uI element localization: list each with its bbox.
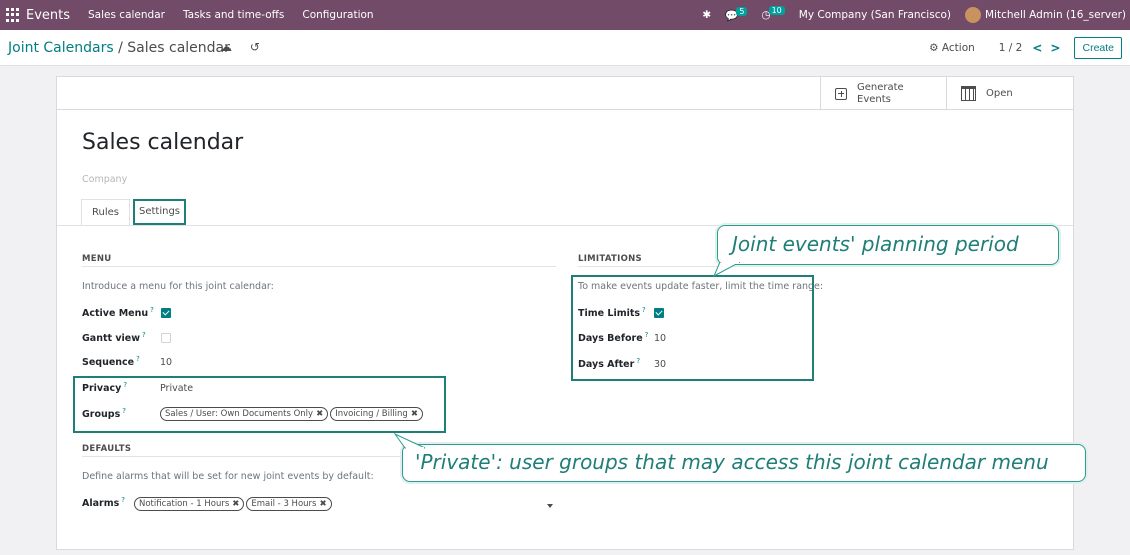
bug-icon[interactable]: ✱ xyxy=(702,9,711,21)
pager-previous-icon[interactable]: < xyxy=(1032,41,1042,55)
gantt-view-checkbox[interactable] xyxy=(161,333,171,343)
apps-menu-icon[interactable] xyxy=(6,8,20,22)
menu-section-title: MENU xyxy=(82,254,112,264)
notebook-tabs: Rules Settings xyxy=(81,199,186,225)
breadcrumb: Joint Calendars / Sales calendar xyxy=(8,40,230,56)
private-groups-callout: 'Private': user groups that may access t… xyxy=(402,444,1086,482)
generate-events-button[interactable]: Generate Events xyxy=(820,77,946,110)
breadcrumb-current: Sales calendar xyxy=(127,40,230,56)
tab-rules[interactable]: Rules xyxy=(81,199,130,225)
gantt-view-label: Gantt view? xyxy=(82,331,146,345)
activities-icon[interactable]: ◷10 xyxy=(761,6,785,21)
user-menu[interactable]: Mitchell Admin (16_server) xyxy=(965,7,1126,23)
avatar xyxy=(965,7,981,23)
callout-tail-icon xyxy=(712,262,741,278)
privacy-groups-highlight xyxy=(73,376,446,433)
pager-value[interactable]: 1 / 2 xyxy=(999,42,1023,54)
gear-icon: ⚙ xyxy=(929,42,939,54)
tab-settings[interactable]: Settings xyxy=(132,199,186,225)
action-menu[interactable]: ⚙ Action xyxy=(929,42,975,54)
open-calendar-button[interactable]: Open xyxy=(946,77,1073,110)
defaults-description: Define alarms that will be set for new j… xyxy=(82,471,374,482)
record-title[interactable]: Sales calendar xyxy=(82,130,243,155)
cloud-save-icon[interactable]: ☁ xyxy=(220,40,232,54)
remove-tag-icon[interactable]: ✖ xyxy=(319,499,326,509)
calendar-icon xyxy=(961,86,976,101)
plus-square-icon xyxy=(835,87,847,100)
pager-next-icon[interactable]: > xyxy=(1050,41,1060,55)
alarm-tag: Email - 3 Hours ✖ xyxy=(246,497,332,511)
sequence-field[interactable]: 10 xyxy=(160,357,172,368)
menu-sales-calendar[interactable]: Sales calendar xyxy=(88,9,165,21)
messages-count-badge: 5 xyxy=(736,6,748,16)
menu-description: Introduce a menu for this joint calendar… xyxy=(82,281,274,292)
breadcrumb-separator: / xyxy=(118,40,123,56)
user-name: Mitchell Admin (16_server) xyxy=(985,9,1126,21)
sequence-label: Sequence? xyxy=(82,355,140,369)
limitations-section-title: LIMITATIONS xyxy=(578,254,642,264)
active-menu-label: Active Menu? xyxy=(82,306,154,320)
messages-icon[interactable]: 💬5 xyxy=(725,6,748,22)
app-name[interactable]: Events xyxy=(26,8,70,23)
company-switcher[interactable]: My Company (San Francisco) xyxy=(799,9,951,21)
menu-tasks-time-offs[interactable]: Tasks and time-offs xyxy=(183,9,284,21)
limitations-highlight xyxy=(571,275,814,381)
remove-tag-icon[interactable]: ✖ xyxy=(232,499,239,509)
top-navbar: Events Sales calendar Tasks and time-off… xyxy=(0,0,1130,30)
alarm-tag: Notification - 1 Hours ✖ xyxy=(134,497,245,511)
record-status-icons: ☁ ↺ xyxy=(220,40,260,54)
callout-tail-icon xyxy=(393,432,426,449)
menu-configuration[interactable]: Configuration xyxy=(302,9,373,21)
create-button[interactable]: Create xyxy=(1074,37,1122,59)
discard-icon[interactable]: ↺ xyxy=(250,40,260,54)
breadcrumb-joint-calendars[interactable]: Joint Calendars xyxy=(8,40,114,56)
activities-count-badge: 10 xyxy=(768,6,785,15)
planning-period-callout: Joint events' planning period xyxy=(717,225,1059,265)
alarms-field[interactable]: Notification - 1 Hours ✖ Email - 3 Hours ✖ xyxy=(134,497,334,511)
company-field[interactable]: Company xyxy=(82,174,127,185)
alarms-label: Alarms? xyxy=(82,496,125,510)
alarms-dropdown-icon[interactable] xyxy=(547,504,553,508)
button-box: Generate Events Open xyxy=(820,77,1073,110)
defaults-section-title: DEFAULTS xyxy=(82,444,132,454)
active-menu-checkbox[interactable] xyxy=(161,308,171,318)
control-panel: Joint Calendars / Sales calendar ☁ ↺ ⚙ A… xyxy=(0,30,1130,66)
